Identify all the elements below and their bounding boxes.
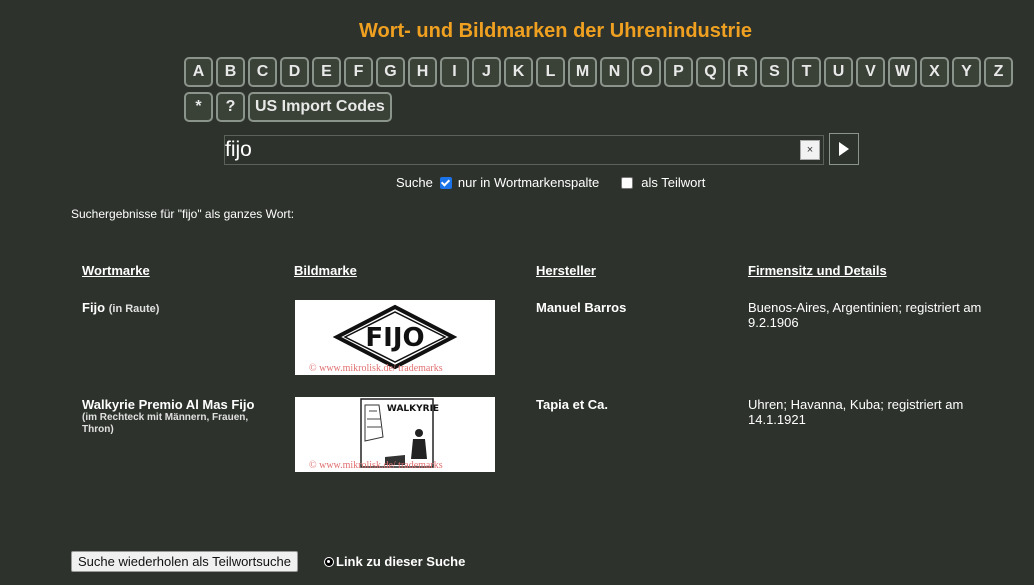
partial-word-checkbox[interactable] <box>621 176 634 189</box>
watermark: © www.mikrolisk.de/ trademarks <box>309 363 443 374</box>
letter-button-g[interactable]: G <box>376 57 405 87</box>
column-header-maker[interactable]: Hersteller <box>536 263 596 278</box>
page-title: Wort- und Bildmarken der Uhrenindustrie <box>359 20 752 42</box>
clear-search-button[interactable]: × <box>800 140 820 160</box>
letter-button-o[interactable]: O <box>632 57 661 87</box>
search-link[interactable]: Link zu dieser Suche <box>324 554 465 569</box>
wordmark-note: (im Rechteck mit Männern, Frauen, Thron) <box>82 412 249 435</box>
partial-word-label: als Teilwort <box>641 175 706 190</box>
play-arrow-icon <box>839 142 849 156</box>
letter-button-c[interactable]: C <box>248 57 277 87</box>
search-input[interactable] <box>224 135 824 165</box>
letter-button-l[interactable]: L <box>536 57 565 87</box>
wordmark-name: Walkyrie Premio Al Mas Fijo <box>82 397 255 412</box>
letter-button-f[interactable]: F <box>344 57 373 87</box>
column-header-image[interactable]: Bildmarke <box>294 263 357 278</box>
letter-button-w[interactable]: W <box>888 57 917 87</box>
trademark-text: FIJO <box>365 323 424 353</box>
search-bar: × <box>224 133 859 165</box>
company-details: Uhren; Havanna, Kuba; registriert am 14.… <box>748 397 964 427</box>
maker-name: Manuel Barros <box>536 300 627 315</box>
letter-button-question[interactable]: ? <box>216 92 245 122</box>
table-row-wordmark: Walkyrie Premio Al Mas Fijo (im Rechteck… <box>82 397 277 436</box>
letter-button-t[interactable]: T <box>792 57 821 87</box>
letter-button-k[interactable]: K <box>504 57 533 87</box>
letter-button-n[interactable]: N <box>600 57 629 87</box>
letter-row-1: ABCDEFGHIJKLMNOPQRSTUVWXYZ <box>184 57 1013 87</box>
repeat-partial-search-button[interactable]: Suche wiederholen als Teilwortsuche <box>71 551 298 572</box>
letter-button-z[interactable]: Z <box>984 57 1013 87</box>
letter-button-a[interactable]: A <box>184 57 213 87</box>
letter-button-b[interactable]: B <box>216 57 245 87</box>
link-icon <box>324 556 334 567</box>
letter-button-j[interactable]: J <box>472 57 501 87</box>
letter-row-2: *? US Import Codes <box>184 92 944 122</box>
us-import-codes-button[interactable]: US Import Codes <box>248 92 392 122</box>
letter-button-d[interactable]: D <box>280 57 309 87</box>
table-row-wordmark: Fijo (in Raute) <box>82 300 282 315</box>
trademark-image[interactable]: WALKYRIE © www.mikrolisk.de/ trademarks <box>295 397 495 472</box>
search-link-label: Link zu dieser Suche <box>336 554 466 569</box>
maker-name: Tapia et Ca. <box>536 397 609 412</box>
letter-button-p[interactable]: P <box>664 57 693 87</box>
letter-button-v[interactable]: V <box>856 57 885 87</box>
company-details: Buenos-Aires, Argentinien; registriert a… <box>748 300 982 330</box>
trademark-image[interactable]: FIJO © www.mikrolisk.de/ trademarks <box>295 300 495 375</box>
letter-button-q[interactable]: Q <box>696 57 725 87</box>
search-options-label: Suche <box>396 175 433 190</box>
letter-button-x[interactable]: X <box>920 57 949 87</box>
only-wordmark-label: nur in Wortmarkenspalte <box>457 175 600 190</box>
search-submit-button[interactable] <box>829 133 859 165</box>
wordmark-name: Fijo <box>82 300 106 315</box>
search-options: Suche nur in Wortmarkenspalte als Teilwo… <box>396 175 705 190</box>
letter-button-h[interactable]: H <box>408 57 437 87</box>
results-summary: Suchergebnisse für "fijo" als ganzes Wor… <box>71 207 295 221</box>
trademark-text: WALKYRIE <box>387 404 439 414</box>
letter-button-u[interactable]: U <box>824 57 853 87</box>
letter-button-r[interactable]: R <box>728 57 757 87</box>
letter-button-s[interactable]: S <box>760 57 789 87</box>
watermark: © www.mikrolisk.de/ trademarks <box>309 460 443 471</box>
column-header-details[interactable]: Firmensitz und Details <box>748 263 887 278</box>
alphabet-nav: ABCDEFGHIJKLMNOPQRSTUVWXYZ *? US Import C… <box>184 57 1013 127</box>
letter-button-y[interactable]: Y <box>952 57 981 87</box>
letter-button-e[interactable]: E <box>312 57 341 87</box>
column-header-wordmark[interactable]: Wortmarke <box>82 263 150 278</box>
wordmark-note: (in Raute) <box>108 303 160 315</box>
letter-button-i[interactable]: I <box>440 57 469 87</box>
letter-button-m[interactable]: M <box>568 57 597 87</box>
letter-button-star[interactable]: * <box>184 92 213 122</box>
only-wordmark-checkbox[interactable] <box>439 176 452 189</box>
